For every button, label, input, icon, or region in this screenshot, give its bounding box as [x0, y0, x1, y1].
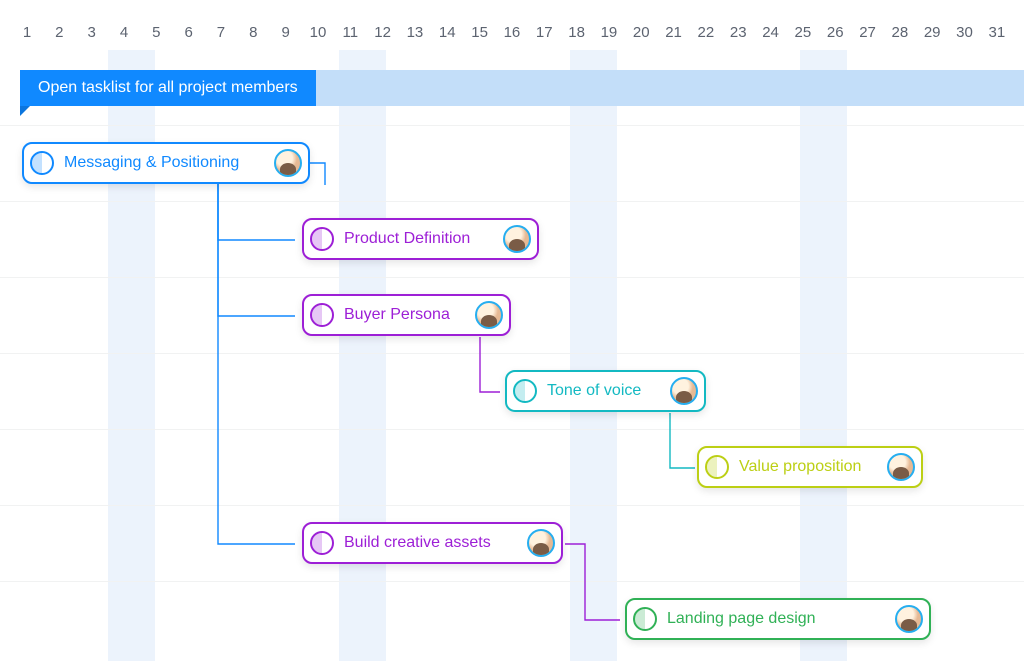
assignee-avatar[interactable]	[274, 149, 302, 177]
row-separator	[0, 277, 1024, 278]
day-number: 6	[180, 24, 198, 40]
day-number: 18	[568, 24, 586, 40]
gantt-group-title: Open tasklist for all project members	[20, 70, 316, 106]
assignee-avatar[interactable]	[887, 453, 915, 481]
task-label: Value proposition	[739, 458, 877, 476]
task-label: Build creative assets	[344, 534, 517, 552]
progress-icon	[30, 151, 54, 175]
task-product-definition[interactable]: Product Definition	[302, 218, 539, 260]
day-number: 29	[923, 24, 941, 40]
day-number: 1	[18, 24, 36, 40]
timeline-day-scale: 1 2 3 4 5 6 7 8 9 10 11 12 13 14 15 16 1…	[0, 0, 1024, 50]
day-number: 4	[115, 24, 133, 40]
progress-icon	[513, 379, 537, 403]
row-separator	[0, 505, 1024, 506]
day-number: 15	[471, 24, 489, 40]
day-number: 11	[341, 24, 359, 40]
task-label: Buyer Persona	[344, 306, 465, 324]
task-landing-page-design[interactable]: Landing page design	[625, 598, 931, 640]
row-separator	[0, 429, 1024, 430]
progress-icon	[310, 303, 334, 327]
gantt-group-header[interactable]: Open tasklist for all project members	[20, 70, 1024, 106]
progress-icon	[310, 227, 334, 251]
gantt-group-title-text: Open tasklist for all project members	[38, 79, 298, 97]
row-separator	[0, 581, 1024, 582]
day-number: 17	[535, 24, 553, 40]
task-buyer-persona[interactable]: Buyer Persona	[302, 294, 511, 336]
day-number: 16	[503, 24, 521, 40]
day-number: 21	[665, 24, 683, 40]
day-number: 26	[826, 24, 844, 40]
day-number: 22	[697, 24, 715, 40]
task-messaging-positioning[interactable]: Messaging & Positioning	[22, 142, 310, 184]
weekend-column	[570, 50, 617, 661]
assignee-avatar[interactable]	[527, 529, 555, 557]
day-number: 12	[374, 24, 392, 40]
day-number: 23	[729, 24, 747, 40]
day-number: 13	[406, 24, 424, 40]
row-separator	[0, 353, 1024, 354]
day-number: 20	[632, 24, 650, 40]
task-label: Landing page design	[667, 610, 885, 628]
row-separator	[0, 125, 1024, 126]
day-number: 28	[891, 24, 909, 40]
assignee-avatar[interactable]	[475, 301, 503, 329]
day-number: 25	[794, 24, 812, 40]
task-label: Tone of voice	[547, 382, 660, 400]
day-number: 14	[438, 24, 456, 40]
task-build-creative-assets[interactable]: Build creative assets	[302, 522, 563, 564]
progress-icon	[633, 607, 657, 631]
weekend-column	[800, 50, 847, 661]
day-number: 8	[244, 24, 262, 40]
day-number: 5	[147, 24, 165, 40]
day-number: 24	[762, 24, 780, 40]
progress-icon	[705, 455, 729, 479]
task-tone-of-voice[interactable]: Tone of voice	[505, 370, 706, 412]
day-number: 7	[212, 24, 230, 40]
day-number: 3	[83, 24, 101, 40]
day-number: 30	[956, 24, 974, 40]
task-value-proposition[interactable]: Value proposition	[697, 446, 923, 488]
assignee-avatar[interactable]	[670, 377, 698, 405]
weekend-column	[339, 50, 386, 661]
day-number: 27	[859, 24, 877, 40]
day-number: 31	[988, 24, 1006, 40]
progress-icon	[310, 531, 334, 555]
day-number: 19	[600, 24, 618, 40]
task-label: Messaging & Positioning	[64, 154, 264, 172]
task-label: Product Definition	[344, 230, 493, 248]
assignee-avatar[interactable]	[895, 605, 923, 633]
row-separator	[0, 201, 1024, 202]
assignee-avatar[interactable]	[503, 225, 531, 253]
day-number: 2	[50, 24, 68, 40]
gantt-group-bar	[316, 70, 1024, 106]
day-number: 9	[277, 24, 295, 40]
day-number: 10	[309, 24, 327, 40]
